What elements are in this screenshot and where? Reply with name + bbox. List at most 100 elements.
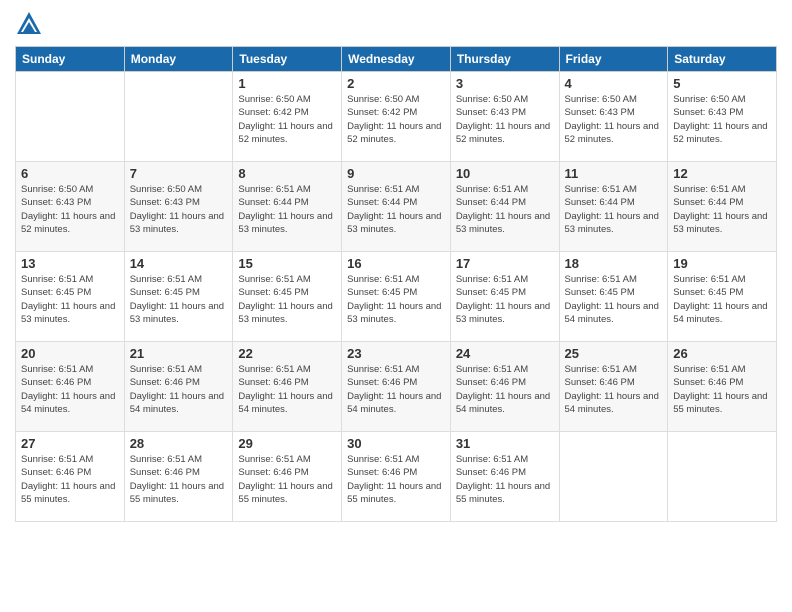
day-header: Saturday (668, 47, 777, 72)
calendar-cell (668, 432, 777, 522)
calendar-cell: 5Sunrise: 6:50 AM Sunset: 6:43 PM Daylig… (668, 72, 777, 162)
logo-icon (15, 10, 43, 38)
day-info: Sunrise: 6:51 AM Sunset: 6:46 PM Dayligh… (238, 453, 336, 506)
day-number: 6 (21, 166, 119, 181)
day-info: Sunrise: 6:51 AM Sunset: 6:46 PM Dayligh… (130, 363, 228, 416)
day-number: 27 (21, 436, 119, 451)
day-number: 14 (130, 256, 228, 271)
day-number: 8 (238, 166, 336, 181)
calendar-cell: 8 Sunrise: 6:51 AM Sunset: 6:44 PM Daylig… (233, 162, 342, 252)
day-number: 9 (347, 166, 445, 181)
calendar-cell: 31 Sunrise: 6:51 AM Sunset: 6:46 PM Dayli… (450, 432, 559, 522)
calendar-cell: 24 Sunrise: 6:51 AM Sunset: 6:46 PM Dayli… (450, 342, 559, 432)
calendar-cell: 9 Sunrise: 6:51 AM Sunset: 6:44 PM Daylig… (342, 162, 451, 252)
calendar-cell (16, 72, 125, 162)
calendar-cell: 27 Sunrise: 6:51 AM Sunset: 6:46 PM Dayli… (16, 432, 125, 522)
week-row: 20 Sunrise: 6:51 AM Sunset: 6:46 PM Dayli… (16, 342, 777, 432)
week-row: 1 Sunrise: 6:50 AM Sunset: 6:42 PM Daylig… (16, 72, 777, 162)
day-number: 15 (238, 256, 336, 271)
day-info: Sunrise: 6:51 AM Sunset: 6:46 PM Dayligh… (456, 453, 554, 506)
day-header: Tuesday (233, 47, 342, 72)
calendar-cell: 12 Sunrise: 6:51 AM Sunset: 6:44 PM Dayli… (668, 162, 777, 252)
calendar-cell: 17Sunrise: 6:51 AM Sunset: 6:45 PM Dayli… (450, 252, 559, 342)
day-number: 30 (347, 436, 445, 451)
day-number: 22 (238, 346, 336, 361)
day-info: Sunrise: 6:51 AM Sunset: 6:44 PM Dayligh… (673, 183, 771, 236)
day-info: Sunrise: 6:51 AM Sunset: 6:45 PM Dayligh… (565, 273, 663, 326)
day-info: Sunrise: 6:50 AM Sunset: 6:42 PM Dayligh… (347, 93, 445, 146)
day-info: Sunrise: 6:51 AM Sunset: 6:46 PM Dayligh… (21, 453, 119, 506)
day-number: 1 (238, 76, 336, 91)
calendar-cell: 1 Sunrise: 6:50 AM Sunset: 6:42 PM Daylig… (233, 72, 342, 162)
day-number: 17 (456, 256, 554, 271)
day-info: Sunrise: 6:51 AM Sunset: 6:44 PM Dayligh… (565, 183, 663, 236)
day-info: Sunrise: 6:51 AM Sunset: 6:45 PM Dayligh… (130, 273, 228, 326)
day-info: Sunrise: 6:51 AM Sunset: 6:45 PM Dayligh… (347, 273, 445, 326)
day-info: Sunrise: 6:50 AM Sunset: 6:43 PM Dayligh… (565, 93, 663, 146)
calendar-cell: 13Sunrise: 6:51 AM Sunset: 6:45 PM Dayli… (16, 252, 125, 342)
day-header: Wednesday (342, 47, 451, 72)
day-number: 31 (456, 436, 554, 451)
day-info: Sunrise: 6:51 AM Sunset: 6:46 PM Dayligh… (347, 453, 445, 506)
day-info: Sunrise: 6:51 AM Sunset: 6:44 PM Dayligh… (456, 183, 554, 236)
day-header: Thursday (450, 47, 559, 72)
day-number: 25 (565, 346, 663, 361)
day-number: 26 (673, 346, 771, 361)
day-number: 18 (565, 256, 663, 271)
day-info: Sunrise: 6:51 AM Sunset: 6:46 PM Dayligh… (347, 363, 445, 416)
calendar-cell: 21 Sunrise: 6:51 AM Sunset: 6:46 PM Dayli… (124, 342, 233, 432)
calendar-cell: 6 Sunrise: 6:50 AM Sunset: 6:43 PM Daylig… (16, 162, 125, 252)
day-number: 28 (130, 436, 228, 451)
day-header: Monday (124, 47, 233, 72)
calendar-cell: 29 Sunrise: 6:51 AM Sunset: 6:46 PM Dayli… (233, 432, 342, 522)
calendar-cell (559, 432, 668, 522)
calendar-cell: 4Sunrise: 6:50 AM Sunset: 6:43 PM Daylig… (559, 72, 668, 162)
day-number: 23 (347, 346, 445, 361)
day-info: Sunrise: 6:51 AM Sunset: 6:45 PM Dayligh… (673, 273, 771, 326)
day-number: 29 (238, 436, 336, 451)
day-number: 12 (673, 166, 771, 181)
calendar-cell: 19 Sunrise: 6:51 AM Sunset: 6:45 PM Dayli… (668, 252, 777, 342)
calendar-cell: 22 Sunrise: 6:51 AM Sunset: 6:46 PM Dayli… (233, 342, 342, 432)
calendar-cell: 11Sunrise: 6:51 AM Sunset: 6:44 PM Dayli… (559, 162, 668, 252)
day-info: Sunrise: 6:51 AM Sunset: 6:46 PM Dayligh… (456, 363, 554, 416)
day-number: 3 (456, 76, 554, 91)
calendar-cell (124, 72, 233, 162)
logo (15, 10, 47, 38)
day-number: 21 (130, 346, 228, 361)
day-info: Sunrise: 6:51 AM Sunset: 6:46 PM Dayligh… (130, 453, 228, 506)
day-info: Sunrise: 6:50 AM Sunset: 6:42 PM Dayligh… (238, 93, 336, 146)
day-number: 19 (673, 256, 771, 271)
calendar-cell: 16 Sunrise: 6:51 AM Sunset: 6:45 PM Dayli… (342, 252, 451, 342)
day-number: 24 (456, 346, 554, 361)
week-row: 6 Sunrise: 6:50 AM Sunset: 6:43 PM Daylig… (16, 162, 777, 252)
day-info: Sunrise: 6:51 AM Sunset: 6:46 PM Dayligh… (238, 363, 336, 416)
page: SundayMondayTuesdayWednesdayThursdayFrid… (0, 0, 792, 612)
calendar-cell: 3Sunrise: 6:50 AM Sunset: 6:43 PM Daylig… (450, 72, 559, 162)
calendar-cell: 26Sunrise: 6:51 AM Sunset: 6:46 PM Dayli… (668, 342, 777, 432)
calendar-cell: 20 Sunrise: 6:51 AM Sunset: 6:46 PM Dayli… (16, 342, 125, 432)
day-number: 20 (21, 346, 119, 361)
day-info: Sunrise: 6:51 AM Sunset: 6:46 PM Dayligh… (21, 363, 119, 416)
day-info: Sunrise: 6:50 AM Sunset: 6:43 PM Dayligh… (21, 183, 119, 236)
header (15, 10, 777, 38)
day-info: Sunrise: 6:51 AM Sunset: 6:44 PM Dayligh… (238, 183, 336, 236)
day-number: 2 (347, 76, 445, 91)
day-header: Sunday (16, 47, 125, 72)
day-header: Friday (559, 47, 668, 72)
day-number: 5 (673, 76, 771, 91)
calendar-cell: 30 Sunrise: 6:51 AM Sunset: 6:46 PM Dayli… (342, 432, 451, 522)
day-number: 10 (456, 166, 554, 181)
header-row: SundayMondayTuesdayWednesdayThursdayFrid… (16, 47, 777, 72)
week-row: 13 Sunrise: 6:51 AM Sunset: 6:45 PM Dayli… (16, 252, 777, 342)
calendar-cell: 2 Sunrise: 6:50 AM Sunset: 6:42 PM Daylig… (342, 72, 451, 162)
day-info: Sunrise: 6:51 AM Sunset: 6:45 PM Dayligh… (238, 273, 336, 326)
calendar-cell: 23 Sunrise: 6:51 AM Sunset: 6:46 PM Dayli… (342, 342, 451, 432)
day-number: 13 (21, 256, 119, 271)
day-number: 7 (130, 166, 228, 181)
day-number: 16 (347, 256, 445, 271)
day-info: Sunrise: 6:51 AM Sunset: 6:44 PM Dayligh… (347, 183, 445, 236)
calendar-cell: 14 Sunrise: 6:51 AM Sunset: 6:45 PM Dayli… (124, 252, 233, 342)
calendar-cell: 7Sunrise: 6:50 AM Sunset: 6:43 PM Daylig… (124, 162, 233, 252)
calendar-cell: 15 Sunrise: 6:51 AM Sunset: 6:45 PM Dayli… (233, 252, 342, 342)
